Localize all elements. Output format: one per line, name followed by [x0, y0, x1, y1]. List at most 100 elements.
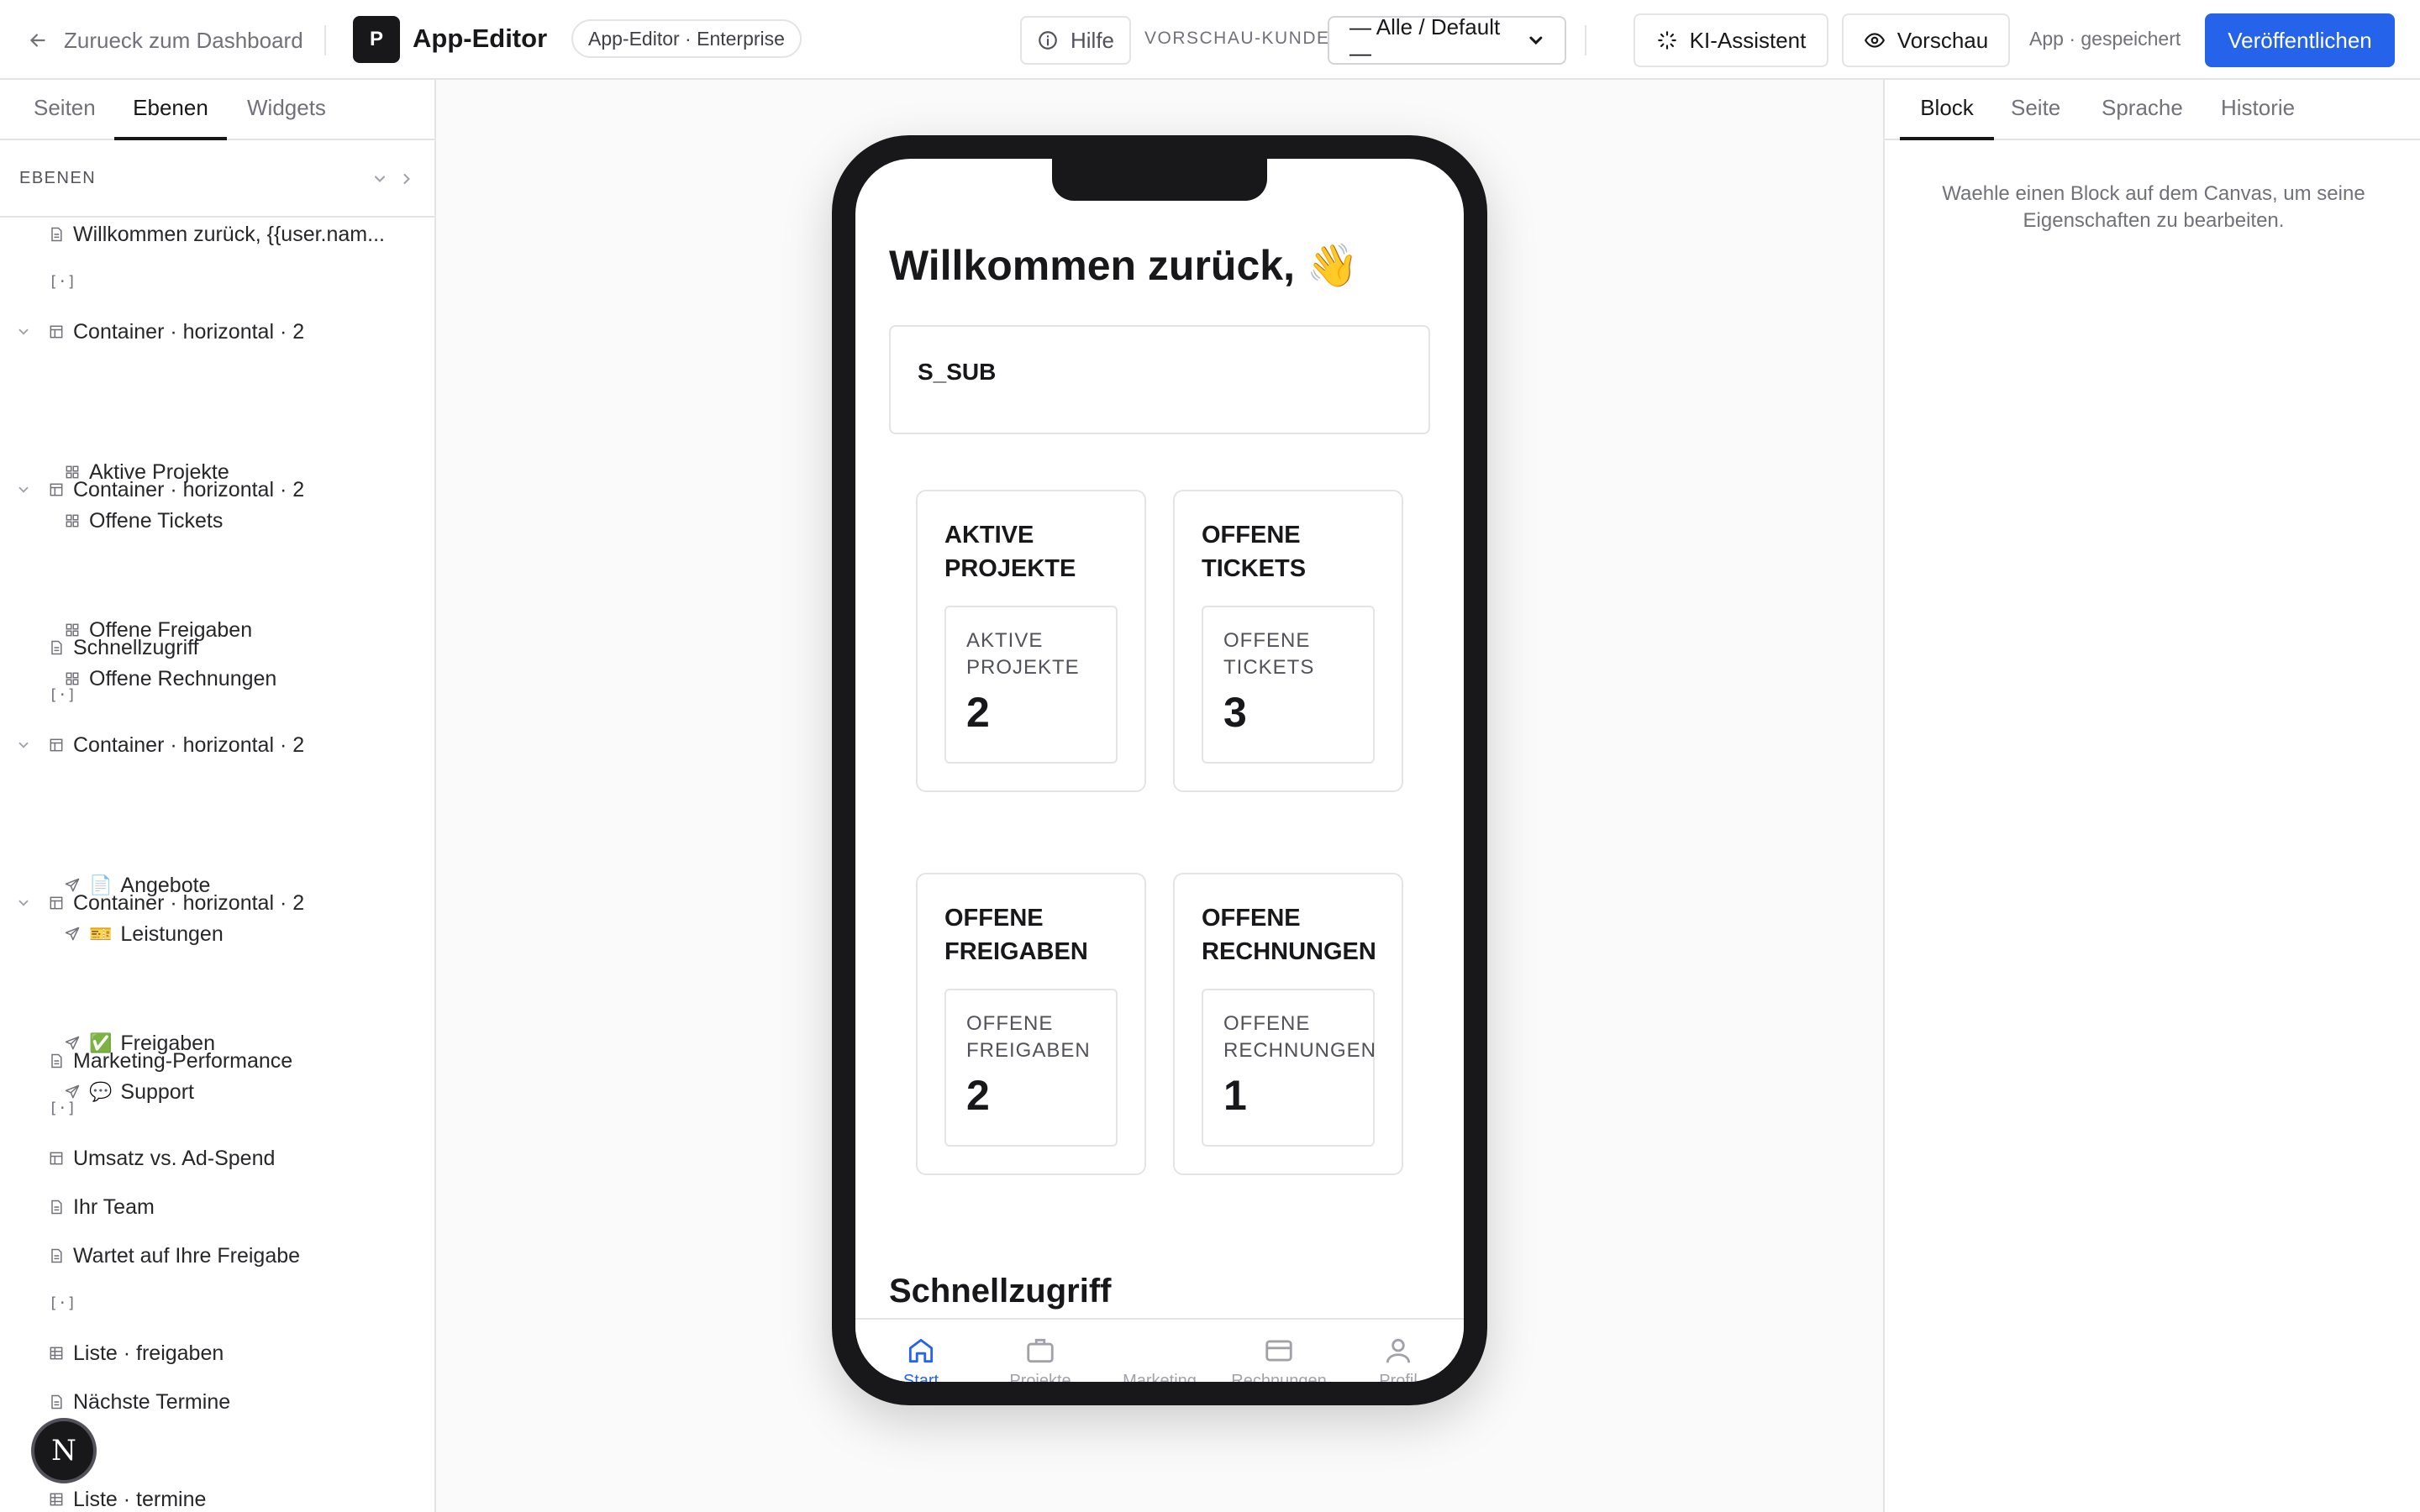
page-icon — [51, 1200, 62, 1215]
tab-widgets[interactable]: Widgets — [247, 95, 326, 140]
briefcase-icon — [1027, 1338, 1054, 1363]
chevron-down-icon[interactable] — [371, 171, 388, 187]
home-icon — [908, 1338, 934, 1363]
info-icon — [1039, 31, 1057, 50]
chevron-down-icon — [1529, 36, 1543, 45]
send-icon — [65, 927, 80, 941]
layer-item[interactable]: Container · horizontal · 2 — [18, 886, 304, 920]
preview-customer-label: VORSCHAU-KUNDE — [1144, 29, 1330, 48]
layer-item[interactable]: Schnellzugriff — [48, 631, 199, 664]
layer-label: Offene Tickets — [89, 508, 224, 533]
phone-frame: Willkommen zurück, 👋 S_SUB Aktive Projek… — [832, 135, 1487, 1405]
help-button[interactable]: Hilfe — [1020, 16, 1131, 65]
chevron-down-icon[interactable] — [16, 895, 31, 911]
layer-item[interactable]: 💬 Support — [64, 1075, 194, 1109]
publish-button[interactable]: Veröffentlichen — [2205, 13, 2395, 67]
layer-item[interactable]: Container · horizontal · 2 — [18, 315, 304, 349]
nav-label: Marketing — [1123, 1372, 1197, 1382]
nav-label: Profil — [1379, 1372, 1418, 1382]
back-to-dashboard-link[interactable]: Zurueck zum Dashboard — [27, 24, 303, 57]
kpi-title: Aktive Projekte — [944, 522, 1076, 582]
nav-label: Rechnungen — [1231, 1372, 1327, 1382]
page-icon — [51, 1394, 62, 1410]
layer-item[interactable]: Liste · freigaben — [48, 1336, 224, 1370]
kpi-card[interactable]: Offene Rechnungen Offene Rechnungen 1 — [1173, 873, 1403, 1175]
layer-item[interactable]: Liste · termine — [48, 1483, 206, 1512]
phone-screen: Willkommen zurück, 👋 S_SUB Aktive Projek… — [855, 159, 1464, 1382]
next-dev-badge[interactable]: N — [31, 1418, 97, 1483]
app-title: App-Editor — [413, 24, 548, 53]
layer-label: Willkommen zurück, {{user.nam... — [73, 222, 385, 246]
tab-sprache[interactable]: Sprache — [2102, 95, 2183, 140]
tab-seite[interactable]: Seite — [2011, 95, 2060, 140]
chevron-right-icon[interactable] — [398, 171, 415, 187]
layer-label: Wartet auf Ihre Freigabe — [73, 1243, 301, 1268]
kpi-stat-box: Offene Tickets 3 — [1202, 606, 1375, 764]
customer-select[interactable]: — Alle / Default — — [1328, 14, 1566, 66]
layer-item[interactable]: Willkommen zurück, {{user.nam... — [48, 218, 385, 251]
nav-item-rechnungen[interactable]: Rechnungen — [1220, 1335, 1338, 1382]
grid-icon — [66, 672, 79, 685]
kpi-card[interactable]: Offene Freigaben Offene Freigaben 2 — [916, 873, 1146, 1175]
send-icon — [65, 1084, 80, 1099]
nav-item-marketing[interactable]: Marketing — [1101, 1335, 1218, 1382]
right-tabs: Block Seite Sprache Historie — [1885, 80, 2420, 140]
layer-item[interactable]: Container · horizontal · 2 — [18, 473, 304, 507]
chevron-down-icon[interactable] — [16, 324, 31, 339]
customer-select-value: — Alle / Default — — [1349, 14, 1501, 66]
layout-icon — [50, 896, 63, 910]
layer-item[interactable]: 🎫 Leistungen — [64, 917, 224, 951]
layout-icon — [50, 325, 63, 339]
layout-icon — [50, 738, 63, 752]
edition-badge: App-Editor · Enterprise — [571, 19, 802, 58]
quick-access-heading[interactable]: Schnellzugriff — [889, 1273, 1111, 1310]
layer-item[interactable]: Wartet auf Ihre Freigabe — [48, 1239, 300, 1273]
layer-item[interactable]: Umsatz vs. Ad-Spend — [48, 1142, 275, 1175]
eye-icon — [1864, 33, 1885, 48]
layer-label: Leistungen — [120, 921, 224, 946]
layer-label: Ihr Team — [73, 1194, 155, 1219]
layer-label: Support — [120, 1079, 194, 1104]
grid-icon — [66, 514, 79, 528]
subtitle-text: S_SUB — [918, 359, 997, 385]
layout-icon — [50, 483, 63, 496]
kpi-card[interactable]: Offene Tickets Offene Tickets 3 — [1173, 490, 1403, 792]
kpi-card[interactable]: Aktive Projekte Aktive Projekte 2 — [916, 490, 1146, 792]
tab-block[interactable]: Block — [1900, 95, 1994, 140]
layer-label: Schnellzugriff — [73, 635, 199, 659]
preview-button[interactable]: Vorschau — [1842, 13, 2010, 67]
top-bar: Zurueck zum Dashboard P App-Editor App-E… — [0, 0, 2420, 80]
subtitle-card[interactable]: S_SUB — [889, 325, 1430, 434]
separator-glyph: [·] — [49, 1100, 76, 1117]
kpi-title: Offene Freigaben — [944, 905, 1088, 965]
save-status: App · gespeichert — [2029, 28, 2181, 50]
preview-button-label: Vorschau — [1897, 27, 1989, 53]
nav-item-projekte[interactable]: Projekte — [981, 1335, 1099, 1382]
chevron-down-icon[interactable] — [16, 738, 31, 753]
ai-assistant-button[interactable]: KI-Assistent — [1634, 13, 1828, 67]
nav-item-start[interactable]: Start — [862, 1335, 980, 1382]
kpi-value: 2 — [966, 1072, 990, 1119]
layer-item[interactable]: Container · horizontal · 2 — [18, 728, 304, 762]
layer-item[interactable]: Nächste Termine — [48, 1385, 230, 1419]
tab-historie[interactable]: Historie — [2221, 95, 2295, 140]
arrow-left-icon — [29, 34, 45, 47]
tab-seiten[interactable]: Seiten — [34, 95, 96, 140]
layer-item[interactable]: Marketing-Performance — [48, 1044, 292, 1078]
editor-canvas[interactable]: Willkommen zurück, 👋 S_SUB Aktive Projek… — [436, 80, 1883, 1512]
kpi-stat-box: Aktive Projekte 2 — [944, 606, 1118, 764]
chevron-down-icon[interactable] — [16, 482, 31, 497]
tab-ebenen[interactable]: Ebenen — [114, 95, 227, 140]
nav-item-profil[interactable]: Profil — [1339, 1335, 1457, 1382]
chart-icon — [1147, 1340, 1166, 1362]
layer-label: Offene Rechnungen — [89, 666, 277, 690]
layer-item[interactable]: Offene Rechnungen — [64, 662, 276, 696]
layer-item[interactable]: Offene Tickets — [64, 504, 223, 538]
page-icon — [51, 1053, 62, 1068]
nav-label: Start — [902, 1372, 939, 1382]
sparkle-loader-icon — [1657, 31, 1676, 50]
table-icon — [50, 1493, 63, 1506]
layer-emoji: 💬 — [89, 1081, 113, 1102]
welcome-heading[interactable]: Willkommen zurück, 👋 — [889, 241, 1359, 291]
layer-item[interactable]: Ihr Team — [48, 1190, 155, 1224]
